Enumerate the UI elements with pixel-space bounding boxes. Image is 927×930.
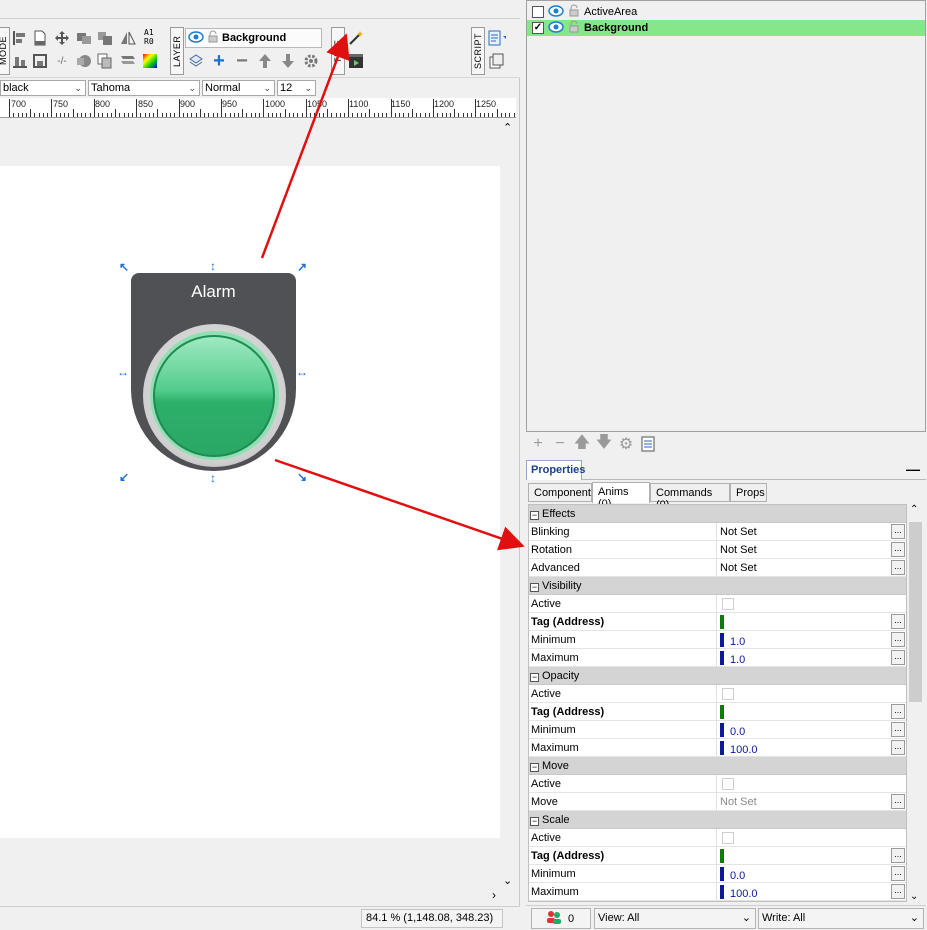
annotation-arrows [260, 33, 525, 551]
annotation-arrow-to-properties [274, 458, 525, 551]
annotation-arrow-to-time [260, 33, 350, 259]
